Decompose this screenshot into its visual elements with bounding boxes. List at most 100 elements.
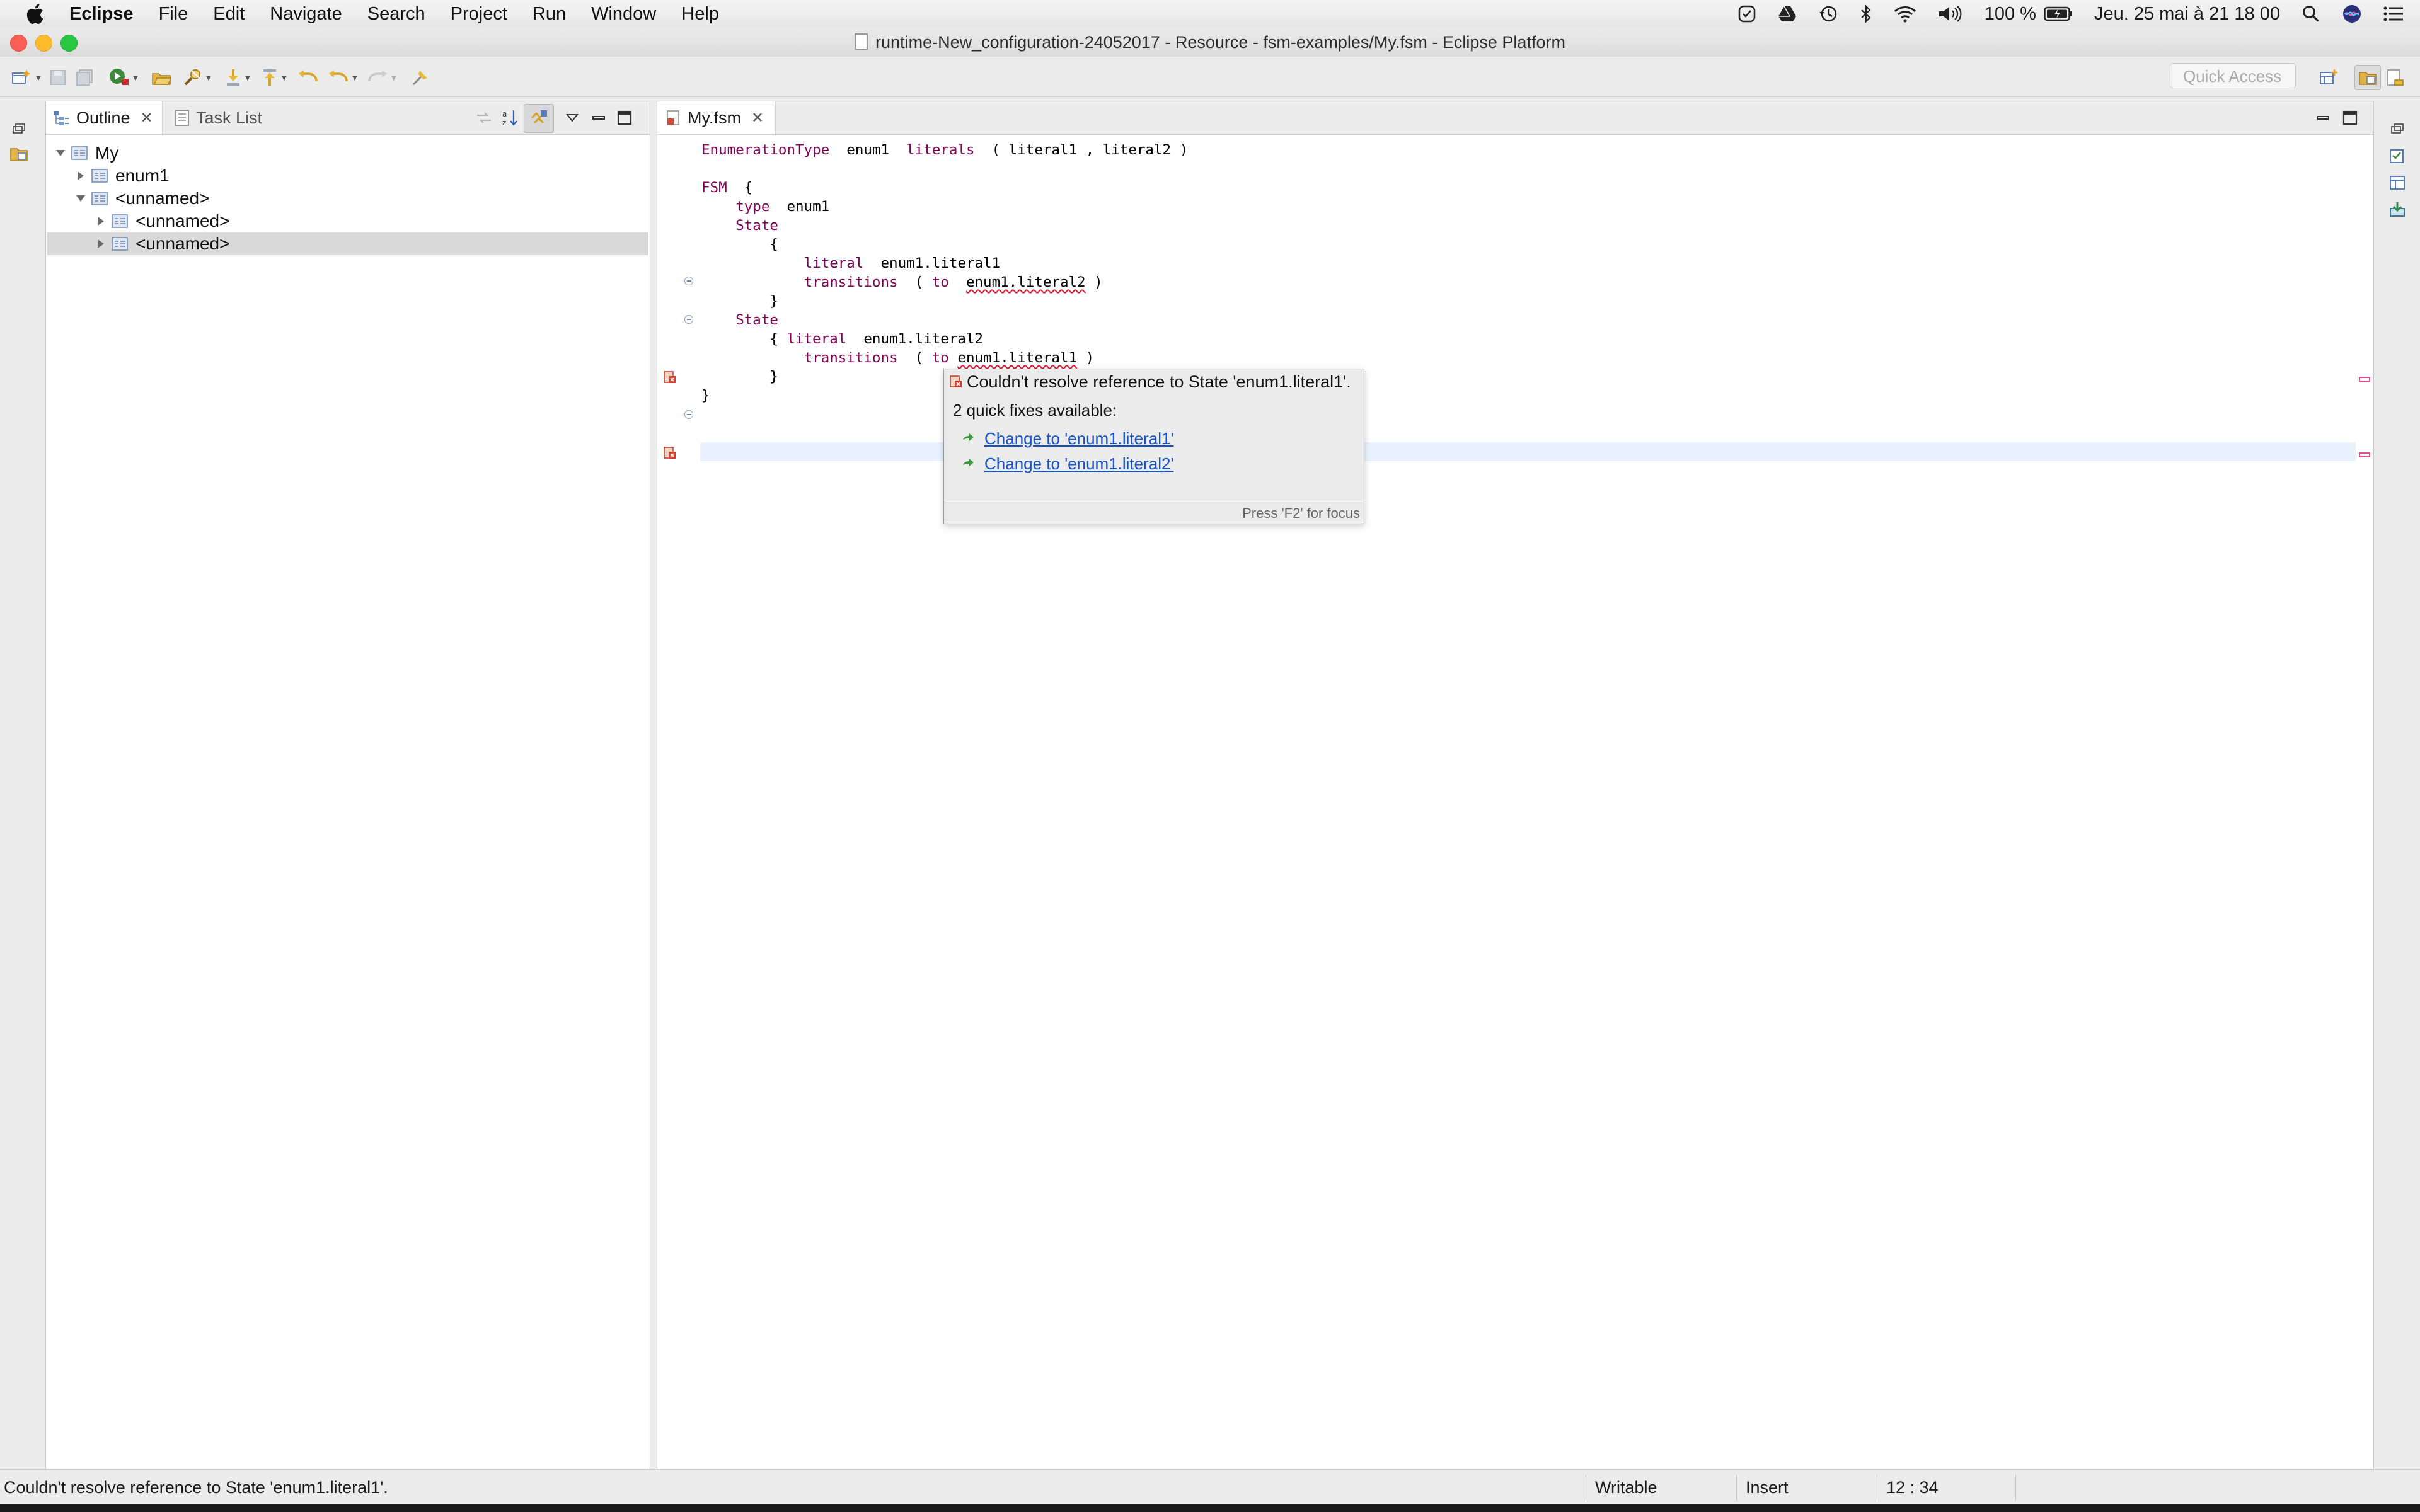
- debug-run-icon[interactable]: ▼: [108, 67, 140, 88]
- popup-focus-hint: Press 'F2' for focus: [1242, 505, 1360, 521]
- forward-icon[interactable]: ▼: [367, 67, 398, 88]
- sort-alphabetically-icon[interactable]: az: [501, 106, 521, 129]
- wifi-icon[interactable]: [1894, 5, 1916, 23]
- next-annotation-icon[interactable]: ▼: [224, 67, 252, 88]
- tasks-view-icon[interactable]: [2386, 146, 2409, 166]
- tab-task-list[interactable]: Task List: [170, 101, 271, 134]
- save-all-icon[interactable]: [76, 67, 95, 88]
- fold-collapse-icon[interactable]: [684, 315, 693, 324]
- prev-annotation-icon[interactable]: ▼: [261, 67, 289, 88]
- minimize-editor-icon[interactable]: [2316, 106, 2330, 129]
- error-marker-icon[interactable]: [662, 370, 677, 385]
- code-line: EnumerationType enum1 literals ( literal…: [701, 140, 1188, 159]
- menu-help[interactable]: Help: [681, 4, 719, 25]
- close-icon[interactable]: ✕: [141, 109, 153, 127]
- tree-node-state-1[interactable]: <unnamed>: [94, 210, 650, 232]
- model-element-icon: [91, 192, 109, 205]
- quick-fix-item[interactable]: Change to 'enum1.literal2': [962, 453, 1173, 474]
- battery-icon[interactable]: [2044, 6, 2073, 21]
- tree-node-state-2[interactable]: <unnamed>: [47, 232, 648, 255]
- quick-fix-item[interactable]: Change to 'enum1.literal1': [962, 428, 1173, 449]
- pin-editor-icon[interactable]: [411, 67, 430, 88]
- quick-fix-link[interactable]: Change to 'enum1.literal1': [984, 429, 1173, 449]
- sync-outline-icon[interactable]: [475, 106, 493, 129]
- back-icon[interactable]: ▼: [328, 67, 359, 88]
- menu-edit[interactable]: Edit: [213, 4, 245, 25]
- tree-node-fsm[interactable]: <unnamed>: [74, 187, 650, 210]
- menu-navigate[interactable]: Navigate: [270, 4, 342, 25]
- java-perspective-icon[interactable]: [2386, 67, 2405, 88]
- expand-triangle-icon[interactable]: [74, 194, 88, 203]
- expand-triangle-icon[interactable]: [54, 149, 67, 158]
- link-with-editor-button[interactable]: [524, 104, 554, 133]
- notification-center-icon[interactable]: [2383, 6, 2404, 22]
- time-machine-icon[interactable]: [1818, 4, 1838, 23]
- code-text: ( literal1 , literal2 ): [974, 142, 1189, 158]
- quick-fix-link[interactable]: Change to 'enum1.literal2': [984, 454, 1173, 474]
- code-editor[interactable]: EnumerationType enum1 literals ( literal…: [657, 134, 2373, 1469]
- code-keyword: FSM: [701, 180, 727, 196]
- menu-file[interactable]: File: [159, 4, 188, 25]
- battery-percent[interactable]: 100 %: [1985, 4, 2036, 25]
- quick-access-field[interactable]: Quick Access: [2170, 63, 2296, 88]
- minimize-view-icon[interactable]: [592, 106, 606, 129]
- resource-perspective-button[interactable]: [2354, 65, 2381, 90]
- svg-text:a: a: [502, 110, 507, 118]
- properties-view-icon[interactable]: [2386, 173, 2409, 193]
- menu-project[interactable]: Project: [451, 4, 507, 25]
- insert-mode-status[interactable]: Insert: [1736, 1475, 1872, 1500]
- collapse-triangle-icon[interactable]: [94, 216, 108, 226]
- tree-node-my[interactable]: My: [54, 142, 650, 164]
- menu-run[interactable]: Run: [533, 4, 566, 25]
- tab-outline[interactable]: Outline ✕: [46, 101, 163, 134]
- collapse-triangle-icon[interactable]: [94, 239, 108, 249]
- cursor-position-status[interactable]: 12 : 34: [1877, 1475, 2012, 1500]
- spotlight-search-icon[interactable]: [2302, 4, 2320, 23]
- right-trim-stack: [2375, 101, 2420, 1468]
- menu-search[interactable]: Search: [367, 4, 425, 25]
- menu-window[interactable]: Window: [591, 4, 656, 25]
- maximize-editor-icon[interactable]: [2342, 106, 2358, 129]
- tree-node-enum1[interactable]: enum1: [74, 164, 650, 187]
- error-hover-popup[interactable]: Couldn't resolve reference to State 'enu…: [943, 369, 1364, 524]
- clock[interactable]: Jeu. 25 mai à 21 18 00: [2094, 4, 2280, 25]
- code-keyword: EnumerationType: [701, 142, 830, 158]
- siri-icon[interactable]: [2342, 4, 2362, 24]
- fold-collapse-icon[interactable]: [684, 277, 693, 285]
- project-explorer-icon[interactable]: [8, 144, 30, 164]
- code-line: transitions ( to enum1.literal1 ): [701, 348, 1095, 367]
- tab-outline-label: Outline: [76, 108, 130, 127]
- code-text: {: [701, 236, 778, 253]
- code-text: (: [897, 274, 932, 290]
- left-trim-stack: [0, 101, 38, 1468]
- overview-ruler-error-mark[interactable]: [2359, 452, 2370, 457]
- overview-ruler-error-mark[interactable]: [2359, 377, 2370, 382]
- problems-view-icon[interactable]: [2386, 199, 2409, 219]
- code-line: }: [701, 367, 778, 386]
- restore-right-icon[interactable]: [2386, 118, 2409, 139]
- error-marker-icon[interactable]: [662, 445, 677, 461]
- last-edit-location-icon[interactable]: [297, 67, 319, 88]
- maximize-view-icon[interactable]: [617, 106, 632, 129]
- close-icon[interactable]: ✕: [751, 109, 764, 127]
- view-menu-chevron-icon[interactable]: [565, 106, 579, 129]
- fold-collapse-icon[interactable]: [684, 410, 693, 419]
- menu-app-name[interactable]: Eclipse: [69, 4, 134, 25]
- open-folder-icon[interactable]: [151, 67, 171, 88]
- drive-icon[interactable]: [1778, 5, 1797, 23]
- search-tool-icon[interactable]: ▼: [183, 67, 213, 88]
- new-wizard-icon[interactable]: ▼: [11, 67, 43, 88]
- code-line: transitions ( to enum1.literal2 ): [701, 273, 1103, 292]
- task-check-icon[interactable]: [1737, 4, 1756, 23]
- error-icon: [949, 375, 963, 389]
- apple-logo-icon[interactable]: [25, 3, 49, 25]
- editor-tab-my-fsm[interactable]: My.fsm ✕: [657, 101, 776, 134]
- save-icon[interactable]: [49, 67, 67, 88]
- restore-icon[interactable]: [8, 118, 30, 139]
- bluetooth-icon[interactable]: [1860, 4, 1872, 23]
- open-perspective-icon[interactable]: [2319, 67, 2338, 88]
- code-line: State: [701, 216, 778, 235]
- volume-icon[interactable]: [1938, 5, 1963, 23]
- collapse-triangle-icon[interactable]: [74, 171, 88, 181]
